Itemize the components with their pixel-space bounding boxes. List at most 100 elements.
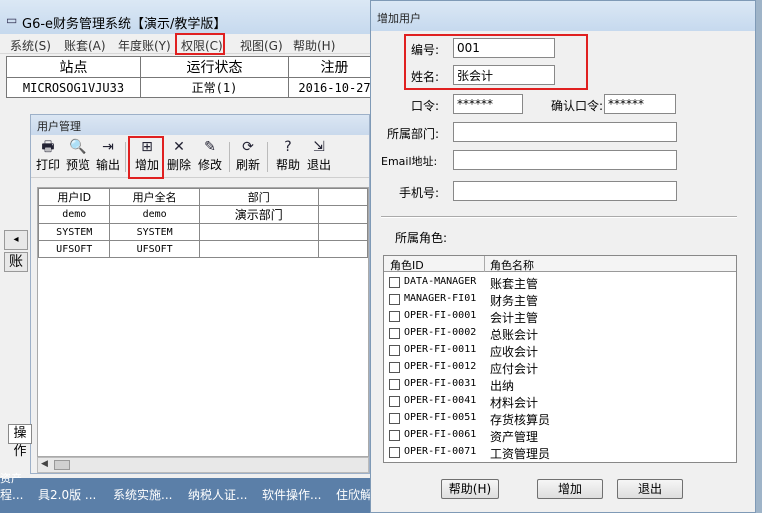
list-item[interactable]: OPER-FI-0012 应付会计	[384, 359, 736, 376]
col-user-id[interactable]: 用户ID	[38, 188, 111, 206]
toolbar-separator	[267, 142, 268, 172]
role-name: 资产管理	[490, 430, 539, 444]
list-item[interactable]: MANAGER-FI01 财务主管	[384, 291, 736, 308]
account-tab[interactable]: 账	[4, 252, 28, 272]
col-department[interactable]: 部门	[198, 188, 319, 206]
horizontal-scrollbar[interactable]: ◀	[37, 457, 369, 473]
toolbar-separator	[229, 142, 230, 172]
list-item[interactable]: DATA-MANAGER 账套主管	[384, 274, 736, 291]
user-name-cell: UFSOFT	[109, 240, 200, 258]
user-dept-cell: 演示部门	[198, 205, 319, 224]
taskbar-item-other[interactable]: 住欣解	[336, 486, 372, 503]
main-title-bar: ▭ G6-e财务管理系统【演示/教学版】	[0, 0, 380, 34]
department-input[interactable]	[453, 122, 677, 142]
password-input[interactable]	[453, 94, 523, 114]
delete-button[interactable]: ✕ 删除	[166, 138, 192, 176]
list-item[interactable]: OPER-FI-0031 出纳	[384, 376, 736, 393]
delete-icon: ✕	[173, 139, 185, 155]
roles-label: 所属角色:	[395, 231, 448, 245]
refresh-icon: ⟳	[242, 139, 254, 155]
phone-label: 手机号:	[399, 186, 440, 200]
taskbar-item-tool[interactable]: 具2.0版 ...	[38, 486, 96, 503]
role-id: OPER-FI-0011	[404, 344, 477, 355]
role-checkbox[interactable]	[389, 311, 400, 322]
refresh-label: 刷新	[235, 158, 260, 172]
list-item[interactable]: OPER-FI-0061 资产管理	[384, 427, 736, 444]
preview-button[interactable]: 🔍 预览	[65, 138, 91, 176]
table-row[interactable]: UFSOFT UFSOFT	[38, 240, 368, 258]
refresh-button[interactable]: ⟳ 刷新	[235, 138, 261, 176]
column-divider	[484, 256, 485, 272]
exit-button[interactable]: ⇲ 退出	[306, 138, 332, 176]
role-checkbox[interactable]	[389, 345, 400, 356]
list-item[interactable]: OPER-FI-0041 材料会计	[384, 393, 736, 410]
export-icon: ⇥	[102, 139, 114, 155]
list-item[interactable]: OPER-FI-0071 工资管理员	[384, 444, 736, 461]
edit-button[interactable]: ✎ 修改	[197, 138, 223, 176]
role-id: OPER-FI-0001	[404, 310, 477, 321]
export-button[interactable]: ⇥ 输出	[95, 138, 121, 176]
menu-view[interactable]: 视图(G)	[240, 37, 283, 54]
role-checkbox[interactable]	[389, 379, 400, 390]
register-cell[interactable]: 2016-10-27	[288, 77, 381, 98]
scroll-left-arrow-icon[interactable]: ◀	[41, 459, 48, 469]
role-list: 角色ID 角色名称 DATA-MANAGER 账套主管 MANAGER-FI01 财…	[383, 255, 737, 463]
list-item[interactable]: OPER-FI-0001 会计主管	[384, 308, 736, 325]
preview-icon: 🔍	[69, 139, 87, 155]
col-role-id[interactable]: 角色ID	[390, 257, 424, 273]
role-checkbox[interactable]	[389, 328, 400, 339]
taskbar: 资产 程... 具2.0版 ... 系统实施... 纳税人证... 软件操作..…	[0, 472, 380, 513]
role-name: 出纳	[490, 379, 515, 393]
role-checkbox[interactable]	[389, 362, 400, 373]
taskbar-item-software[interactable]: 软件操作...	[262, 486, 321, 503]
role-checkbox[interactable]	[389, 413, 400, 424]
menu-system[interactable]: 系统(S)	[10, 37, 51, 54]
taskbar-item-implementation[interactable]: 系统实施...	[113, 486, 172, 503]
help-button[interactable]: ? 帮助	[275, 138, 301, 176]
role-id: MANAGER-FI01	[404, 293, 477, 304]
add-dialog-button[interactable]: 增加	[537, 479, 603, 499]
exit-dialog-button[interactable]: 退出	[617, 479, 683, 499]
user-table: 用户ID 用户全名 部门 demo demo 演示部门 SYSTEM SYSTE…	[38, 188, 368, 258]
table-row[interactable]: SYSTEM SYSTEM	[38, 223, 368, 241]
taskbar-item-taxpayer[interactable]: 纳税人证...	[188, 486, 247, 503]
list-item[interactable]: OPER-FI-0002 总账会计	[384, 325, 736, 342]
status-cell[interactable]: 正常(1)	[140, 77, 289, 98]
app-icon: ▭	[6, 13, 18, 27]
print-button[interactable]: 🖶 打印	[35, 138, 61, 176]
role-id: OPER-FI-0051	[404, 412, 477, 423]
role-id: DATA-MANAGER	[404, 276, 477, 287]
user-id-cell: SYSTEM	[38, 223, 111, 241]
role-checkbox[interactable]	[389, 294, 400, 305]
user-name-cell: SYSTEM	[109, 223, 200, 241]
menu-help[interactable]: 帮助(H)	[293, 37, 335, 54]
email-input[interactable]	[453, 150, 677, 170]
permissions-menu-highlight	[175, 33, 225, 55]
taskbar-program-label[interactable]: 程...	[0, 486, 23, 503]
phone-input[interactable]	[453, 181, 677, 201]
operations-tab[interactable]: 操作	[8, 424, 32, 459]
help-dialog-button[interactable]: 帮助(H)	[441, 479, 499, 499]
menu-account-set[interactable]: 账套(A)	[64, 37, 106, 54]
main-window: ▭ G6-e财务管理系统【演示/教学版】 系统(S) 账套(A) 年度账(Y) …	[0, 0, 381, 513]
role-checkbox[interactable]	[389, 430, 400, 441]
list-item[interactable]: OPER-FI-0051 存货核算员	[384, 410, 736, 427]
role-checkbox[interactable]	[389, 277, 400, 288]
station-cell[interactable]: MICROSOG1VJU33	[6, 77, 141, 98]
menu-fiscal-year[interactable]: 年度账(Y)	[118, 37, 171, 54]
confirm-password-input[interactable]	[604, 94, 676, 114]
role-checkbox[interactable]	[389, 447, 400, 458]
table-row[interactable]: demo demo 演示部门	[38, 205, 368, 224]
role-id: OPER-FI-0002	[404, 327, 477, 338]
col-role-name[interactable]: 角色名称	[490, 257, 534, 273]
section-divider	[381, 216, 737, 218]
scrollbar-thumb[interactable]	[54, 460, 70, 470]
scroll-left-icon[interactable]: ◂	[4, 230, 28, 250]
email-label: Email地址:	[381, 155, 438, 168]
list-item[interactable]: OPER-FI-0011 应收会计	[384, 342, 736, 359]
col-user-fullname[interactable]: 用户全名	[109, 188, 200, 206]
edit-icon: ✎	[204, 139, 216, 155]
user-id-cell: demo	[38, 205, 111, 224]
role-checkbox[interactable]	[389, 396, 400, 407]
role-id: OPER-FI-0061	[404, 429, 477, 440]
